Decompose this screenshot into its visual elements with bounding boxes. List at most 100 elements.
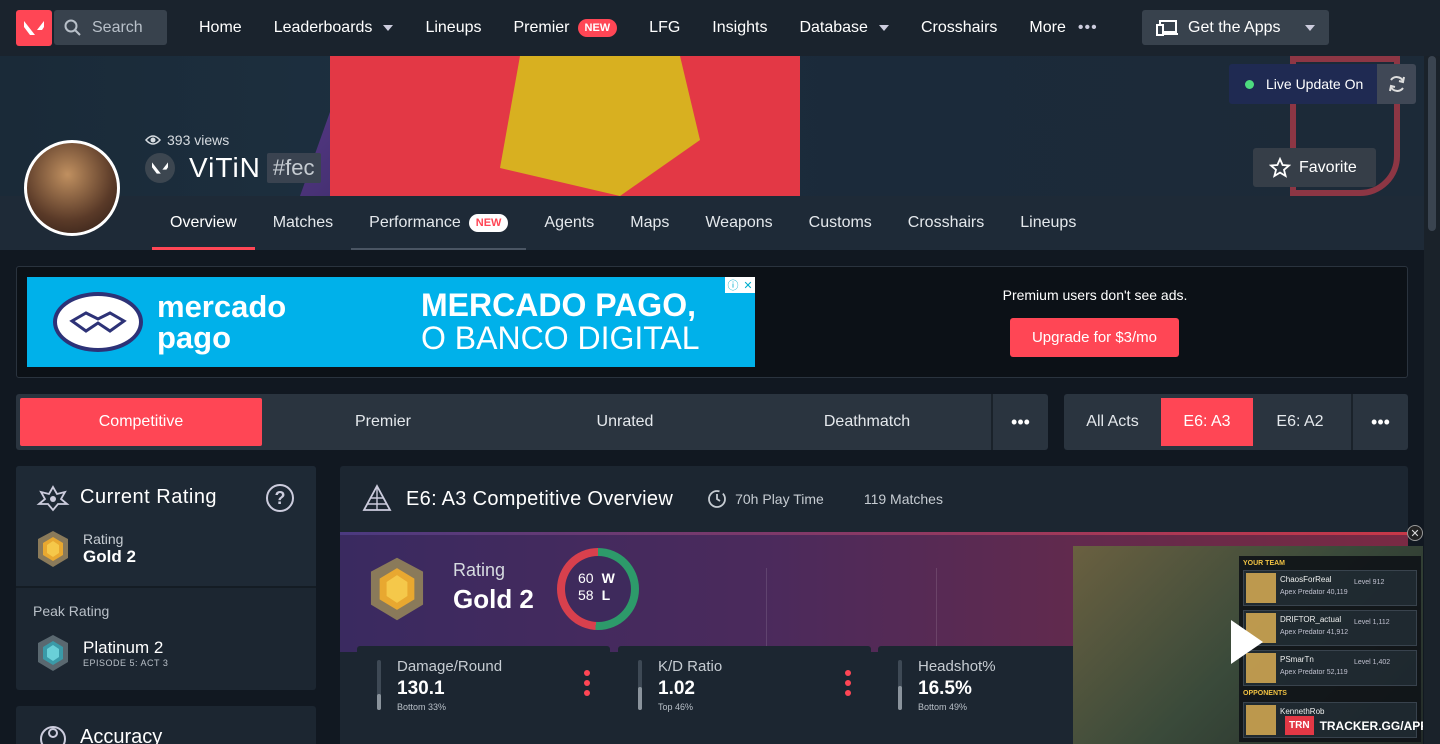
- valorant-logo-icon[interactable]: [16, 10, 52, 46]
- favorite-label: Favorite: [1299, 158, 1357, 176]
- card-title: Accuracy: [80, 726, 163, 744]
- views-count: 393 views: [167, 132, 230, 148]
- tab-weapons-label: Weapons: [705, 214, 773, 231]
- tab-agents[interactable]: Agents: [526, 196, 612, 250]
- player-name: PSmarTn: [1280, 655, 1314, 664]
- trn-url: TRACKER.GG/APPS: [1319, 718, 1423, 733]
- nav-crosshairs[interactable]: Crosshairs: [905, 0, 1013, 56]
- ad-choices-icon[interactable]: ⓘ ✕: [725, 277, 755, 293]
- nav-premier[interactable]: Premier NEW: [497, 0, 633, 56]
- help-icon[interactable]: ?: [266, 484, 294, 512]
- video-player-row: DRIFTOR_actual Apex Predator 41,912 Level …: [1243, 610, 1417, 646]
- divider: [766, 568, 767, 648]
- stat-label: Headshot%: [918, 658, 996, 675]
- act-all[interactable]: All Acts: [1064, 398, 1161, 446]
- player-level: Level 1,402: [1354, 659, 1391, 666]
- valorant-logo-icon: [145, 153, 175, 183]
- percentile-bar: [638, 660, 642, 710]
- trn-logo: TRN: [1285, 716, 1314, 735]
- tab-customs[interactable]: Customs: [791, 196, 890, 250]
- play-icon[interactable]: [1231, 620, 1263, 664]
- nav-leaderboards[interactable]: Leaderboards: [258, 0, 410, 56]
- chevron-down-icon: [878, 25, 889, 31]
- tab-overview[interactable]: Overview: [152, 196, 255, 250]
- nav-more-label: More: [1029, 19, 1066, 36]
- scrollbar-thumb[interactable]: [1428, 56, 1436, 231]
- nav-insights[interactable]: Insights: [696, 0, 783, 56]
- divider: [936, 568, 937, 648]
- player-sub: Apex Predator 41,912: [1280, 629, 1349, 636]
- refresh-button[interactable]: [1377, 64, 1416, 104]
- peak-episode: EPISODE 5: ACT 3: [83, 658, 169, 668]
- tab-matches[interactable]: Matches: [255, 196, 351, 250]
- nav-database[interactable]: Database: [783, 0, 905, 56]
- close-icon[interactable]: ✕: [1407, 525, 1423, 541]
- tab-performance[interactable]: Performance NEW: [351, 196, 527, 250]
- gold-rank-icon: [38, 531, 68, 567]
- tab-agents-label: Agents: [544, 214, 595, 231]
- live-update-toggle[interactable]: Live Update On: [1229, 64, 1377, 104]
- more-acts-button[interactable]: •••: [1351, 394, 1408, 450]
- competitive-icon: [362, 484, 392, 511]
- act-e6-a2[interactable]: E6: A2: [1253, 398, 1347, 446]
- live-status-dot: [1245, 79, 1254, 89]
- ad-brand: mercado pago: [157, 289, 287, 355]
- stat-percentile: Top 46%: [658, 702, 694, 712]
- upgrade-button[interactable]: Upgrade for $3/mo: [1010, 318, 1179, 357]
- live-update-label: Live Update On: [1266, 76, 1364, 92]
- trn-branding: TRN TRACKER.GG/APPS: [1285, 716, 1423, 735]
- more-modes-button[interactable]: •••: [991, 394, 1048, 450]
- rating-label: Rating: [83, 531, 124, 547]
- mode-deathmatch[interactable]: Deathmatch: [746, 398, 988, 446]
- stat-value: 1.02: [658, 678, 695, 699]
- nav-lineups[interactable]: Lineups: [409, 0, 497, 56]
- profile-tabs: Overview Matches Performance NEW Agents M…: [0, 196, 1424, 250]
- upgrade-label: Upgrade for $3/mo: [1031, 329, 1158, 346]
- tab-crosshairs[interactable]: Crosshairs: [890, 196, 1002, 250]
- gold-rank-icon: [370, 557, 424, 621]
- tab-maps-label: Maps: [630, 214, 670, 231]
- win-loss-text: 60 W 58 L: [578, 570, 615, 604]
- nav-home[interactable]: Home: [183, 0, 258, 56]
- new-badge: NEW: [577, 19, 618, 37]
- tab-lineups[interactable]: Lineups: [1002, 196, 1094, 250]
- favorite-button[interactable]: Favorite: [1253, 148, 1376, 187]
- peak-rating-value: Platinum 2: [83, 638, 164, 657]
- stat-menu-icon[interactable]: [584, 670, 590, 696]
- nav-lfg[interactable]: LFG: [633, 0, 696, 56]
- new-badge: NEW: [468, 214, 509, 232]
- mode-premier[interactable]: Premier: [262, 398, 504, 446]
- video-ad-player[interactable]: YOUR TEAM ChaosForReal Apex Predator 40,1…: [1073, 546, 1423, 744]
- nav-crosshairs-label: Crosshairs: [920, 19, 998, 36]
- tab-maps[interactable]: Maps: [612, 196, 687, 250]
- video-player-row: PSmarTn Apex Predator 52,119 Level 1,402: [1243, 650, 1417, 686]
- opponents-label: OPPONENTS: [1243, 690, 1287, 697]
- mode-unrated[interactable]: Unrated: [504, 398, 746, 446]
- percentile-bar-fill: [898, 685, 902, 710]
- tab-weapons[interactable]: Weapons: [687, 196, 790, 250]
- stat-menu-icon[interactable]: [845, 670, 851, 696]
- act-selector: All Acts E6: A3 E6: A2 •••: [1064, 394, 1408, 450]
- stat-kd-ratio[interactable]: K/D Ratio 1.02 Top 46%: [618, 646, 871, 723]
- card-title: Current Rating: [80, 486, 218, 508]
- rating-value: Gold 2: [83, 547, 136, 566]
- act-label: All Acts: [1086, 413, 1139, 430]
- act-e6-a3[interactable]: E6: A3: [1161, 398, 1253, 446]
- mode-competitive[interactable]: Competitive: [20, 398, 262, 446]
- tab-customs-label: Customs: [808, 214, 872, 231]
- ad-banner[interactable]: mercado pago MERCADO PAGO, O BANCO DIGIT…: [27, 277, 755, 367]
- video-scoreboard: YOUR TEAM ChaosForReal Apex Predator 40,1…: [1239, 556, 1421, 742]
- player-name: ChaosForReal: [1280, 575, 1332, 584]
- nav-lineups-label: Lineups: [425, 19, 482, 36]
- nav-more[interactable]: More •••: [1013, 0, 1113, 56]
- act-label: E6: A3: [1183, 413, 1231, 430]
- get-apps-button[interactable]: Get the Apps: [1142, 10, 1329, 45]
- search-box[interactable]: Search: [54, 10, 167, 45]
- mode-label: Unrated: [596, 413, 654, 430]
- clock-icon: [708, 490, 727, 508]
- stat-damage-round[interactable]: Damage/Round 130.1 Bottom 33%: [357, 646, 610, 723]
- tab-lineups-label: Lineups: [1020, 214, 1077, 231]
- peak-rating-label: Peak Rating: [33, 603, 110, 619]
- stat-value: 16.5%: [918, 678, 972, 699]
- current-rating-card: Current Rating ? Rating Gold 2 Peak Rati…: [16, 466, 316, 690]
